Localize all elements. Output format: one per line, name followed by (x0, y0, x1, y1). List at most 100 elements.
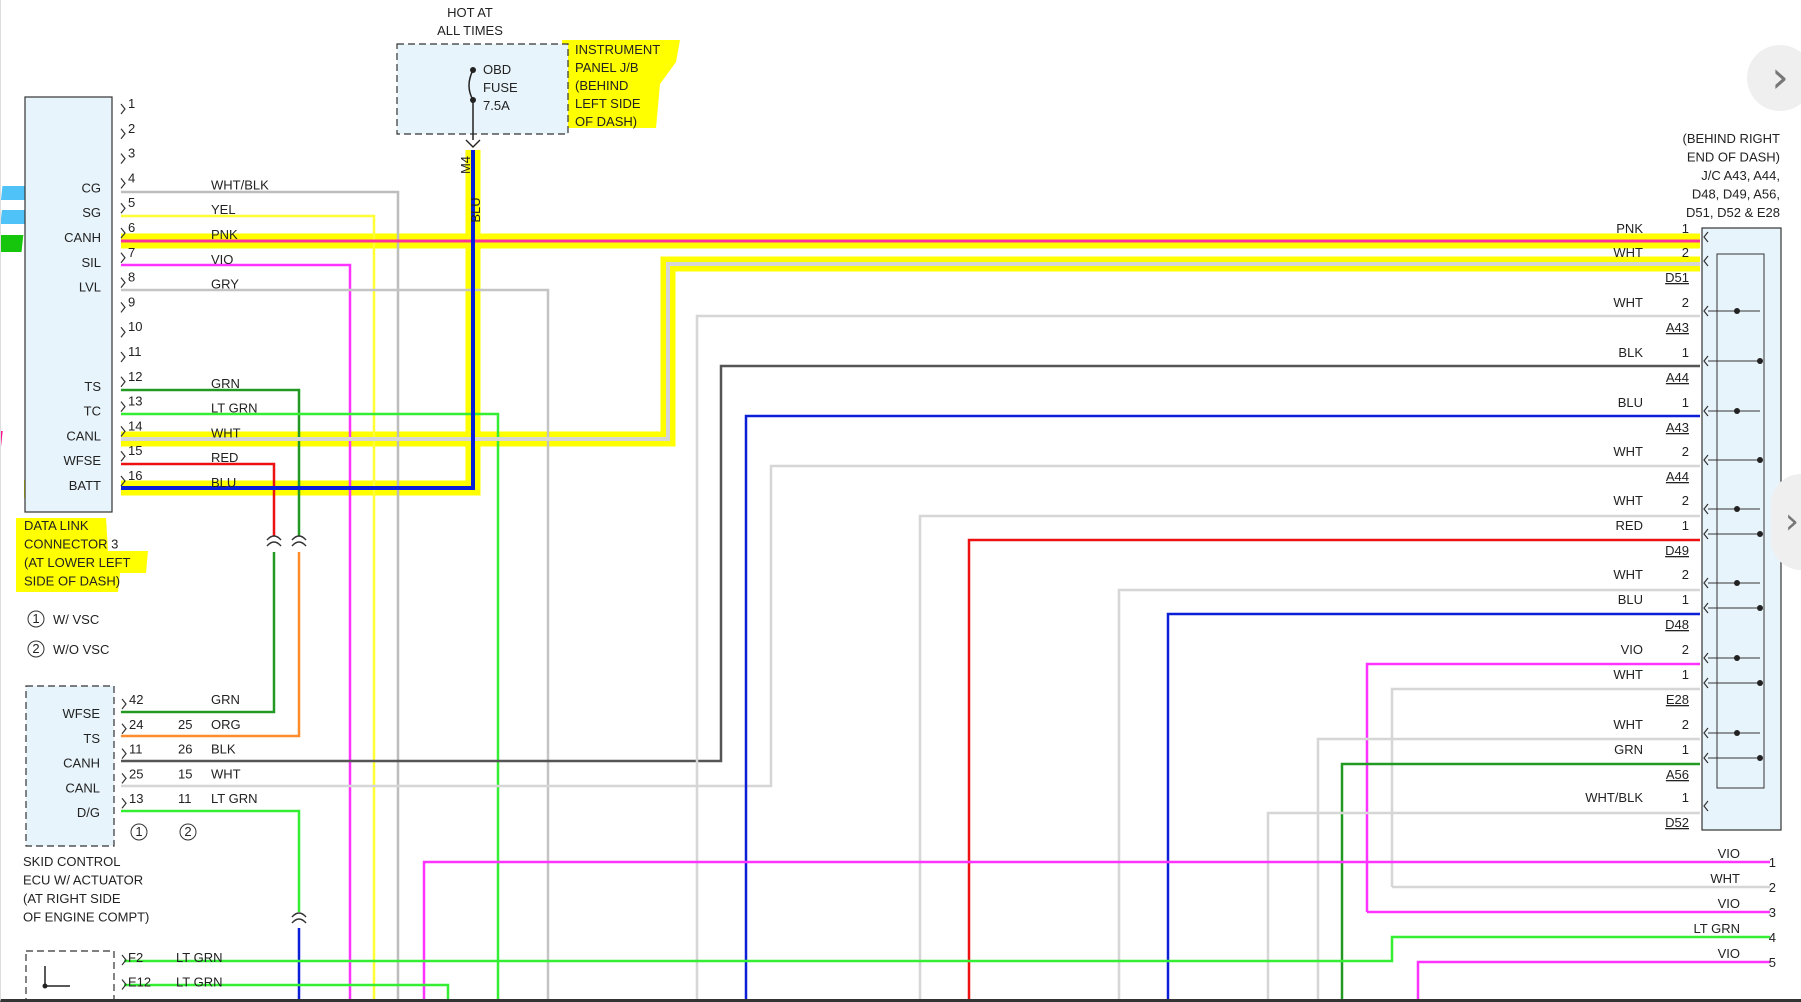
ecu-canh-wire (121, 364, 1700, 763)
bottom-pin-F2-wire-color: LT GRN (176, 950, 222, 965)
d49-red-wire (967, 538, 1700, 1002)
jc-row-8-node (1734, 580, 1740, 586)
jc-row-4-pin: 1 (1682, 395, 1689, 410)
jc-row-12-wire-color: WHT (1613, 717, 1643, 732)
jc-row-0-pin: 1 (1682, 221, 1689, 236)
dlc3-pin-7-wire-color: VIO (211, 252, 233, 267)
hot-at-all-times-label: HOT AT (447, 5, 493, 20)
dlc3-pin-2-terminal (120, 128, 126, 140)
m4-connector-symbol (465, 139, 481, 148)
bottom-connector-node (42, 983, 48, 989)
ecu-pin-2-terminal (121, 748, 127, 759)
dlc3-pin-13-label: TC (84, 404, 101, 419)
jc-row-6-wire-color: WHT (1613, 493, 1643, 508)
dlc3-pin-9-number: 9 (128, 294, 135, 309)
dlc3-pin-16-wire-color: BLU (211, 475, 236, 490)
bottom-connector-body (25, 950, 115, 1002)
jc-row-12-pin: 2 (1682, 717, 1689, 732)
dlc3-pin-6-number: 6 (128, 220, 135, 235)
dlc3-pin-4-label: CG (82, 180, 102, 195)
jc-row-4-wire-color: BLU (1618, 395, 1643, 410)
offpage-1-wire (422, 860, 1770, 1002)
junction-caption: D48, D49, A56, (1692, 187, 1780, 202)
ecu-ts-wire (121, 552, 301, 738)
component-boxes (24, 43, 1782, 1002)
dlc3-pin-5-number: 5 (128, 195, 135, 210)
offpage-1-wire-color: VIO (1718, 846, 1740, 861)
jc-row-3-wire-color: BLK (1618, 345, 1643, 360)
jc-row-4-node (1734, 408, 1740, 414)
jc-row-11-pin: 1 (1682, 667, 1689, 682)
jc-row-5-pin: 2 (1682, 444, 1689, 459)
offpage-3-wire-color: VIO (1718, 896, 1740, 911)
ecu-pin-1-terminal (121, 723, 127, 735)
ecu-pin-4-vsc-number: 13 (129, 791, 143, 806)
junction-caption: D51, D52 & E28 (1686, 205, 1780, 220)
instrument-panel-jb-label: PANEL J/B (575, 60, 639, 75)
dlc3-pin-12-number: 12 (128, 369, 142, 384)
offpage-2-number: 2 (1769, 880, 1776, 895)
dlc3-pin-4-terminal (120, 178, 126, 189)
jc-row-13-connector-id: A56 (1666, 767, 1689, 782)
dlc3-pin-5-wire (121, 214, 376, 1002)
chevron-right-icon: › (1784, 501, 1800, 542)
dlc3-connector-body (24, 96, 113, 513)
ecu-pin-3-wire-color: WHT (211, 766, 241, 781)
wiring-diagram: HOT AT ALL TIMES OBD FUSE 7.5A INSTRUMENT PANE… (0, 5, 1782, 1002)
dlc3-pin-9-terminal (120, 302, 126, 313)
dlc3-pin-15-wire-color: RED (211, 450, 238, 465)
dlc3-pin-4-wire (121, 190, 400, 1002)
jc-row-14-connector-id: D52 (1665, 815, 1689, 830)
dlc3-pin-13-number: 13 (128, 394, 142, 409)
ecu-pin-4-novsc-number: 11 (178, 791, 192, 806)
dlc3-caption: (AT LOWER LEFT (24, 555, 130, 570)
jc-row-9-wire-color: BLU (1618, 592, 1643, 607)
dlc3-pin-2-number: 2 (128, 121, 135, 136)
dlc3-pin-16-number: 16 (128, 468, 142, 483)
next-page-button[interactable]: › (1771, 474, 1801, 570)
dlc3-pin-11-number: 11 (128, 344, 142, 359)
dlc3-pin-12-terminal (120, 376, 126, 388)
dlc3-pin-12-label: TS (84, 379, 101, 394)
legend-1-text: W/ VSC (53, 612, 99, 627)
junction-caption: J/C A43, A44, (1701, 168, 1780, 183)
dlc3-pin-10-terminal (120, 326, 126, 338)
m4-connector-label: M4 (458, 156, 473, 174)
jc-row-7-connector-id: D49 (1665, 543, 1689, 558)
ecu-pin-4-wire-color: LT GRN (211, 791, 257, 806)
dlc3-pin-16-label: BATT (69, 478, 101, 493)
d52-white-wire (1266, 811, 1700, 1002)
dlc3-pin-8-terminal (120, 277, 126, 288)
jc-row-7-node (1757, 531, 1763, 537)
hot-at-all-times-label: ALL TIMES (437, 23, 503, 38)
dlc3-pin-1-number: 1 (128, 96, 135, 111)
offpage-1-number: 1 (1769, 855, 1776, 870)
dlc3-pin-14-label: CANL (66, 428, 101, 443)
jc-row-3-connector-id: A44 (1666, 370, 1689, 385)
offpage-5-wire (1416, 960, 1770, 1002)
jc-row-5-node (1757, 457, 1763, 463)
dlc3-pin-7-label: SIL (81, 255, 101, 270)
jc-row-1-pin: 2 (1682, 245, 1689, 260)
dlc3-caption: SIDE OF DASH) (24, 574, 120, 589)
jc-row-2-node (1734, 308, 1740, 314)
dlc3-pin-4-wire-color: WHT/BLK (211, 177, 269, 192)
dlc3-pin-1-terminal (120, 103, 126, 115)
dlc3-pin-14-wire-color: WHT (211, 425, 241, 440)
jc-violet-wire (1365, 662, 1700, 912)
bottom-e12-wire (124, 983, 450, 1002)
dlc3-pin-3-number: 3 (128, 146, 135, 161)
legend-2-text: W/O VSC (53, 642, 109, 657)
instrument-panel-jb-label: LEFT SIDE (575, 96, 641, 111)
ecu-pin-2-vsc-number: 11 (129, 742, 143, 757)
jc-row-1-wire-color: WHT (1613, 245, 1643, 260)
junction-caption: (BEHIND RIGHT (1683, 131, 1781, 146)
dlc3-pin-6-label: CANH (64, 230, 101, 245)
jc-row-3-node (1757, 358, 1763, 364)
ecu-pin-2-wire-color: BLK (211, 742, 236, 757)
instrument-panel-jb-label: INSTRUMENT (575, 42, 660, 57)
jc-row-13-wire-color: GRN (1614, 742, 1643, 757)
ecu-legend-2-symbol-number: 2 (184, 824, 191, 839)
offpage-4-wire-color: LT GRN (1694, 921, 1740, 936)
jc-row-10-wire-color: VIO (1621, 642, 1643, 657)
